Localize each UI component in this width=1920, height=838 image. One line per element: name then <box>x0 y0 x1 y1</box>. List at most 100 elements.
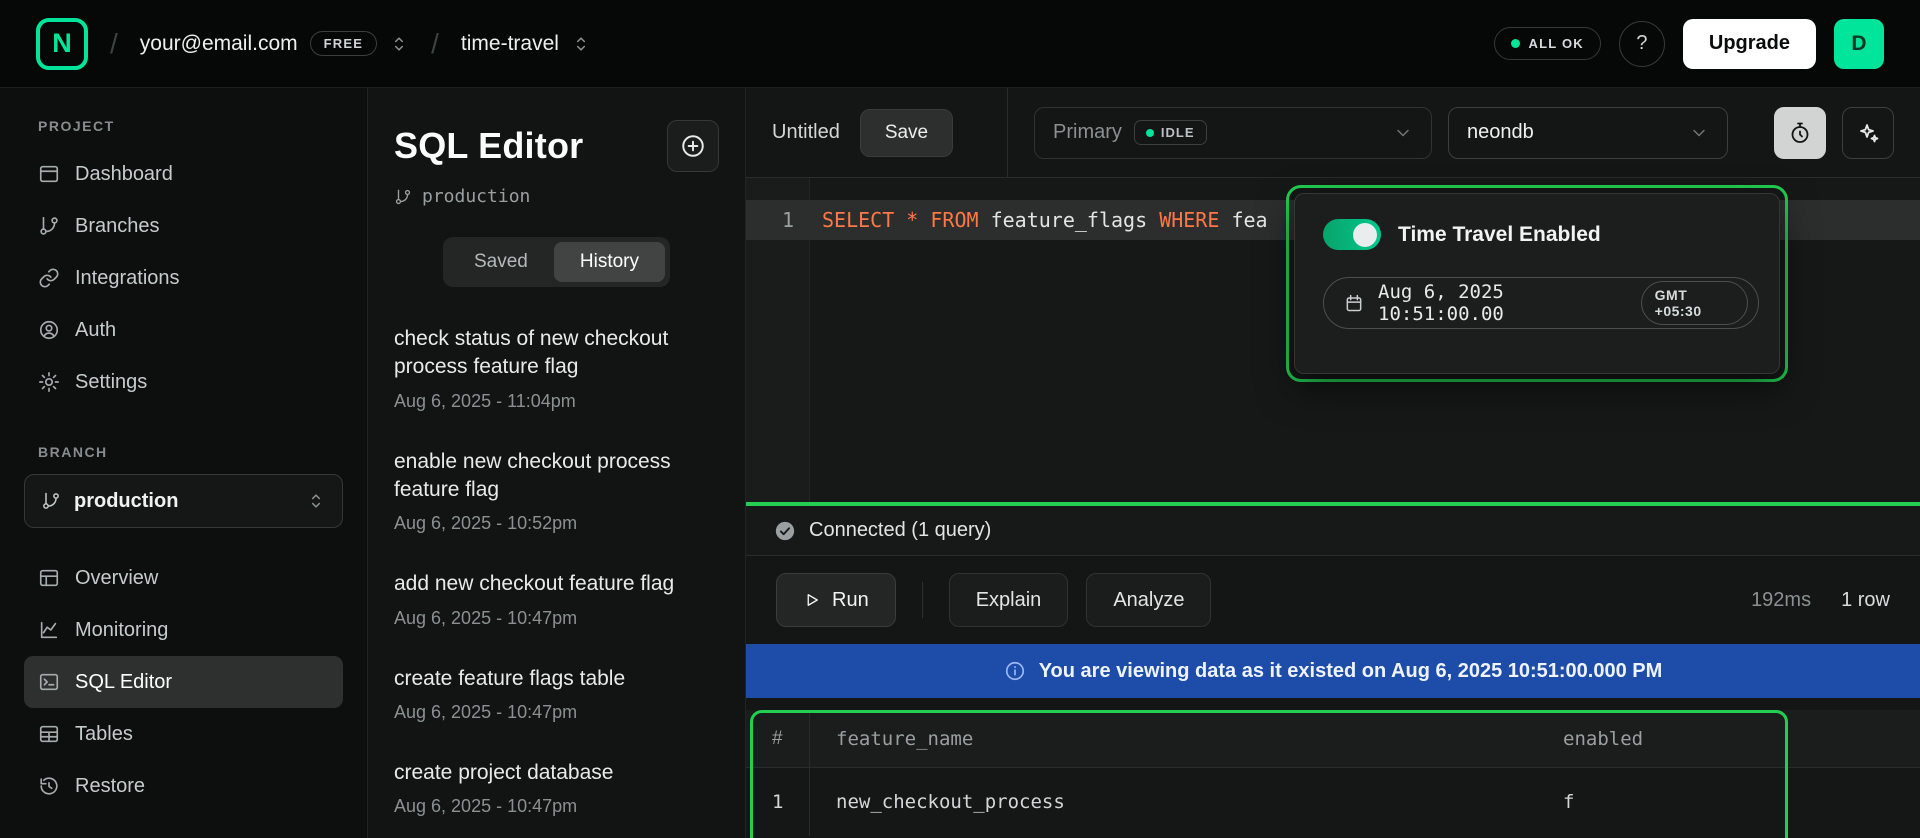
time-travel-toggle[interactable] <box>1323 219 1381 250</box>
compute-name: Primary <box>1053 121 1122 144</box>
line-number: 1 <box>746 208 810 232</box>
sidebar-item-label: Tables <box>75 723 133 746</box>
connection-status-bar: Connected (1 query) <box>746 506 1920 556</box>
analyze-button[interactable]: Analyze <box>1086 573 1211 627</box>
auth-icon <box>38 319 60 341</box>
settings-gear-icon <box>38 371 60 393</box>
sidebar-item-monitoring[interactable]: Monitoring <box>24 604 343 656</box>
history-item-title: check status of new checkout process fea… <box>394 325 719 382</box>
cell-enabled: f <box>1537 791 1920 813</box>
sidebar-item-label: Overview <box>75 567 158 590</box>
time-travel-button[interactable] <box>1774 107 1826 159</box>
explain-button[interactable]: Explain <box>949 573 1069 627</box>
history-item-time: Aug 6, 2025 - 10:47pm <box>394 608 719 629</box>
history-item[interactable]: add new checkout feature flag Aug 6, 202… <box>394 570 719 628</box>
sidebar-item-label: Integrations <box>75 267 180 290</box>
query-toolbar: Run Explain Analyze 192ms 1 row <box>746 556 1920 644</box>
sidebar-item-label: Dashboard <box>75 163 173 186</box>
timezone-badge: GMT +05:30 <box>1641 281 1748 325</box>
saved-history-tabs: Saved History <box>443 237 670 287</box>
sql-token: feature_flags <box>979 208 1160 232</box>
neon-logo-icon[interactable]: N <box>36 18 88 70</box>
sidebar-item-integrations[interactable]: Integrations <box>24 252 343 304</box>
history-item[interactable]: enable new checkout process feature flag… <box>394 448 719 535</box>
compute-status-label: IDLE <box>1161 125 1195 140</box>
history-item-title: add new checkout feature flag <box>394 570 719 598</box>
dashboard-icon <box>38 163 60 185</box>
sidebar-item-sql-editor[interactable]: SQL Editor <box>24 656 343 708</box>
plus-circle-icon <box>680 133 706 159</box>
banner-text: You are viewing data as it existed on Au… <box>1039 660 1663 683</box>
history-item[interactable]: create feature flags table Aug 6, 2025 -… <box>394 665 719 723</box>
upgrade-button[interactable]: Upgrade <box>1683 19 1816 69</box>
sidebar-item-dashboard[interactable]: Dashboard <box>24 148 343 200</box>
branch-selector-value: production <box>74 490 293 513</box>
sidebar-item-branches[interactable]: Branches <box>24 200 343 252</box>
branch-icon <box>41 491 61 511</box>
history-item[interactable]: create project database Aug 6, 2025 - 10… <box>394 759 719 817</box>
results-region: # feature_name enabled 1 new_checkout_pr… <box>746 710 1920 838</box>
cell-feature-name: new_checkout_process <box>810 791 1537 813</box>
time-travel-banner: You are viewing data as it existed on Au… <box>746 644 1920 698</box>
sidebar-item-label: SQL Editor <box>75 671 172 694</box>
project-selector[interactable]: time-travel <box>461 32 591 56</box>
sidebar-item-auth[interactable]: Auth <box>24 304 343 356</box>
status-badge[interactable]: ALL OK <box>1494 27 1601 60</box>
tab-saved[interactable]: Saved <box>448 242 554 282</box>
sql-token: fea <box>1219 208 1267 232</box>
new-query-button[interactable] <box>667 120 719 172</box>
table-row[interactable]: 1 new_checkout_process f <box>746 768 1920 836</box>
history-list: check status of new checkout process fea… <box>394 325 719 817</box>
play-icon <box>803 591 821 609</box>
cell-row-number: 1 <box>746 768 810 836</box>
sidebar-item-label: Monitoring <box>75 619 168 642</box>
section-label-project: PROJECT <box>38 118 343 134</box>
sidebar-item-restore[interactable]: Restore <box>24 760 343 812</box>
time-travel-popup: Time Travel Enabled Aug 6, 2025 10:51:00… <box>1294 193 1780 374</box>
sidebar-item-tables[interactable]: Tables <box>24 708 343 760</box>
panel-branch: production <box>394 186 719 207</box>
help-button[interactable]: ? <box>1619 21 1665 67</box>
chevron-updown-icon <box>571 34 591 54</box>
sidebar-item-settings[interactable]: Settings <box>24 356 343 408</box>
org-selector[interactable]: your@email.com FREE <box>140 31 409 56</box>
sql-token: * <box>906 208 918 232</box>
sparkles-icon <box>1856 121 1880 145</box>
code-editor[interactable]: 1 SELECT * FROM feature_flags WHERE fea … <box>746 178 1920 502</box>
database-selector[interactable]: neondb <box>1448 107 1728 159</box>
integrations-icon <box>38 267 60 289</box>
sql-token: FROM <box>930 208 978 232</box>
save-button[interactable]: Save <box>860 109 953 157</box>
time-travel-highlight-box: Time Travel Enabled Aug 6, 2025 10:51:00… <box>1286 185 1788 382</box>
database-name: neondb <box>1467 121 1534 144</box>
sql-token <box>918 208 930 232</box>
stopwatch-icon <box>1788 121 1812 145</box>
check-circle-icon <box>774 520 796 542</box>
history-item-time: Aug 6, 2025 - 10:47pm <box>394 702 719 723</box>
query-tab-untitled[interactable]: Untitled <box>772 121 840 144</box>
branch-icon <box>394 188 412 206</box>
sql-token: SELECT <box>822 208 894 232</box>
panel-title: SQL Editor <box>394 125 583 167</box>
query-duration: 192ms <box>1751 589 1811 612</box>
connection-status-text: Connected (1 query) <box>809 519 991 542</box>
main-content: Untitled Save Primary IDLE neondb <box>746 88 1920 838</box>
compute-selector[interactable]: Primary IDLE <box>1034 107 1432 159</box>
logo-glyph: N <box>52 28 72 59</box>
breadcrumb-separator: / <box>108 28 120 60</box>
idle-dot-icon <box>1146 129 1154 137</box>
time-travel-datetime: Aug 6, 2025 10:51:00.00 <box>1378 281 1627 325</box>
sidebar-item-overview[interactable]: Overview <box>24 552 343 604</box>
history-item[interactable]: check status of new checkout process fea… <box>394 325 719 412</box>
run-label: Run <box>832 589 869 612</box>
time-travel-label: Time Travel Enabled <box>1398 223 1601 247</box>
time-travel-datetime-field[interactable]: Aug 6, 2025 10:51:00.00 GMT +05:30 <box>1323 277 1759 329</box>
avatar[interactable]: D <box>1834 19 1884 69</box>
info-icon <box>1004 660 1026 682</box>
ai-sparkles-button[interactable] <box>1842 107 1894 159</box>
branch-selector[interactable]: production <box>24 474 343 528</box>
header-enabled: enabled <box>1537 728 1920 750</box>
history-item-title: enable new checkout process feature flag <box>394 448 719 505</box>
tab-history[interactable]: History <box>554 242 665 282</box>
run-button[interactable]: Run <box>776 573 896 627</box>
